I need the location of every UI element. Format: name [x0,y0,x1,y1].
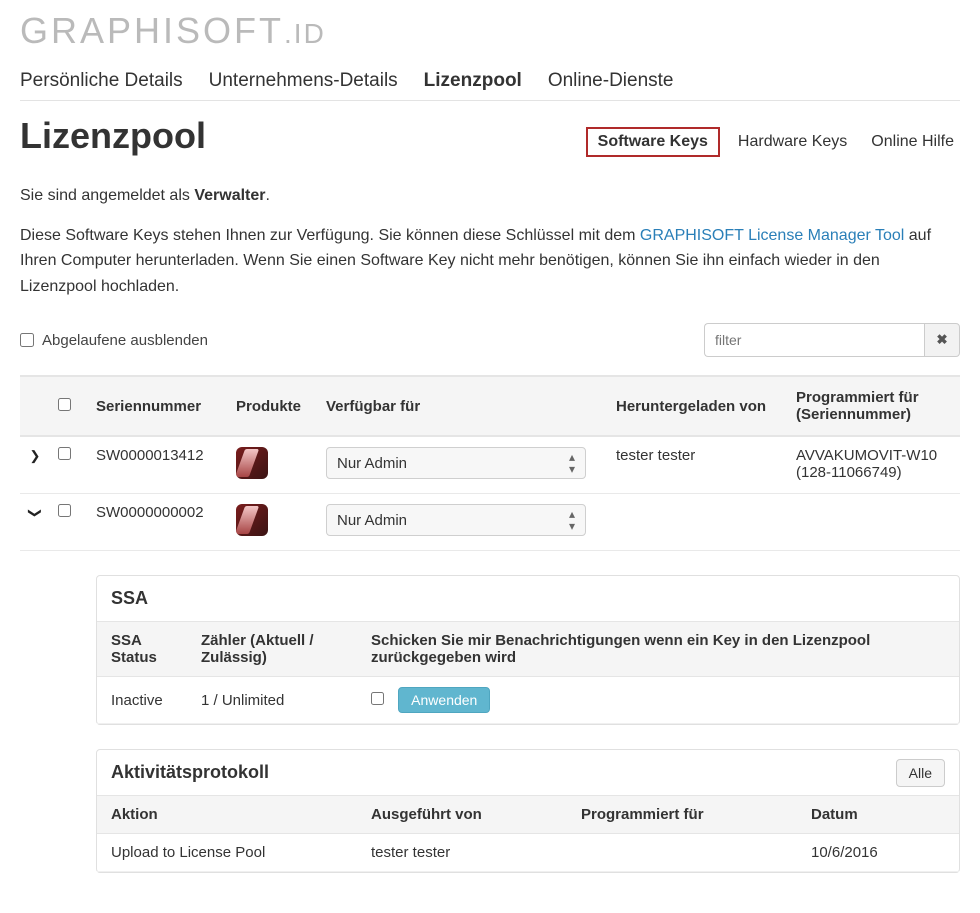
act-col-by: Ausgeführt von [357,796,567,834]
select-all-checkbox[interactable] [58,398,71,411]
subtab-software-keys[interactable]: Software Keys [586,127,720,157]
act-col-programmed: Programmiert für [567,796,797,834]
activity-panel: Aktivitätsprotokoll Alle Aktion Ausgefüh… [96,749,960,873]
nav-company-details[interactable]: Unternehmens-Details [209,70,398,92]
intro-text: Sie sind angemeldet als Verwalter. Diese… [20,183,960,299]
row-checkbox[interactable] [58,447,71,460]
nav-online-services[interactable]: Online-Dienste [548,70,674,92]
login-prefix: Sie sind angemeldet als [20,187,194,204]
ssa-col-counter: Zähler (Aktuell / Zulässig) [187,622,357,677]
brand-name: GRAPHISOFT [20,10,284,51]
cell-programmed-for: AVVAKUMOVIT-W10 (128-11066749) [788,436,960,494]
ssa-col-notify: Schicken Sie mir Benachrichtigungen wenn… [357,622,959,677]
subtab-hardware-keys[interactable]: Hardware Keys [732,129,853,155]
col-serial: Seriennummer [88,376,228,436]
keys-table: Seriennummer Produkte Verfügbar für Heru… [20,375,960,551]
license-manager-link[interactable]: GRAPHISOFT License Manager Tool [640,227,904,244]
hide-expired-text: Abgelaufene ausblenden [42,332,208,349]
row-checkbox[interactable] [58,504,71,517]
subtabs: Software Keys Hardware Keys Online Hilfe [586,127,960,157]
chevron-updown-icon: ▴▾ [569,451,575,475]
cell-downloaded-by: tester tester [608,436,788,494]
activity-row: Upload to License Pool tester tester 10/… [97,834,959,872]
login-role: Verwalter [194,187,265,204]
cell-serial: SW0000000002 [88,494,228,551]
archicad-product-icon [236,447,268,479]
act-by: tester tester [357,834,567,872]
col-products: Produkte [228,376,318,436]
notify-checkbox[interactable] [371,692,384,705]
ssa-status-value: Inactive [97,677,187,724]
col-downloaded-by: Heruntergeladen von [608,376,788,436]
available-for-select[interactable]: Nur Admin ▴▾ [326,504,586,536]
table-row: ❯ SW0000000002 Nur Admin ▴▾ [20,494,960,551]
act-date: 10/6/2016 [797,834,959,872]
cell-downloaded-by [608,494,788,551]
table-row: ❯ SW0000013412 Nur Admin ▴▾ tester teste… [20,436,960,494]
ssa-panel: SSA SSA Status Zähler (Aktuell / Zulässi… [96,575,960,725]
act-col-date: Datum [797,796,959,834]
col-available-for: Verfügbar für [318,376,608,436]
expand-row-icon[interactable]: ❯ [28,448,42,464]
subtab-online-help[interactable]: Online Hilfe [865,129,960,155]
hide-expired-checkbox[interactable] [20,333,34,347]
act-col-action: Aktion [97,796,357,834]
cell-serial: SW0000013412 [88,436,228,494]
select-value: Nur Admin [337,455,407,472]
brand-suffix: .ID [284,18,326,49]
filter-input[interactable] [704,323,924,357]
all-button[interactable]: Alle [896,759,945,787]
nav-license-pool[interactable]: Lizenzpool [424,70,522,92]
cell-programmed-for [788,494,960,551]
intro-part1: Diese Software Keys stehen Ihnen zur Ver… [20,227,640,244]
clear-filter-button[interactable]: ✖ [924,323,960,357]
brand-logo: GRAPHISOFT.ID [20,0,960,70]
main-nav: Persönliche Details Unternehmens-Details… [20,70,960,101]
col-programmed-for: Programmiert für (Seriennummer) [788,376,960,436]
act-programmed [567,834,797,872]
clear-icon: ✖ [936,332,947,347]
ssa-col-status: SSA Status [97,622,187,677]
activity-title: Aktivitätsprotokoll [97,750,283,795]
collapse-row-icon[interactable]: ❯ [27,506,43,520]
chevron-updown-icon: ▴▾ [569,508,575,532]
login-suffix: . [265,187,269,204]
hide-expired-label[interactable]: Abgelaufene ausblenden [20,332,208,349]
nav-personal-details[interactable]: Persönliche Details [20,70,183,92]
available-for-select[interactable]: Nur Admin ▴▾ [326,447,586,479]
act-action: Upload to License Pool [97,834,357,872]
archicad-product-icon [236,504,268,536]
ssa-counter-value: 1 / Unlimited [187,677,357,724]
select-value: Nur Admin [337,512,407,529]
apply-button[interactable]: Anwenden [398,687,490,713]
page-title: Lizenzpool [20,115,206,157]
ssa-title: SSA [97,576,959,621]
